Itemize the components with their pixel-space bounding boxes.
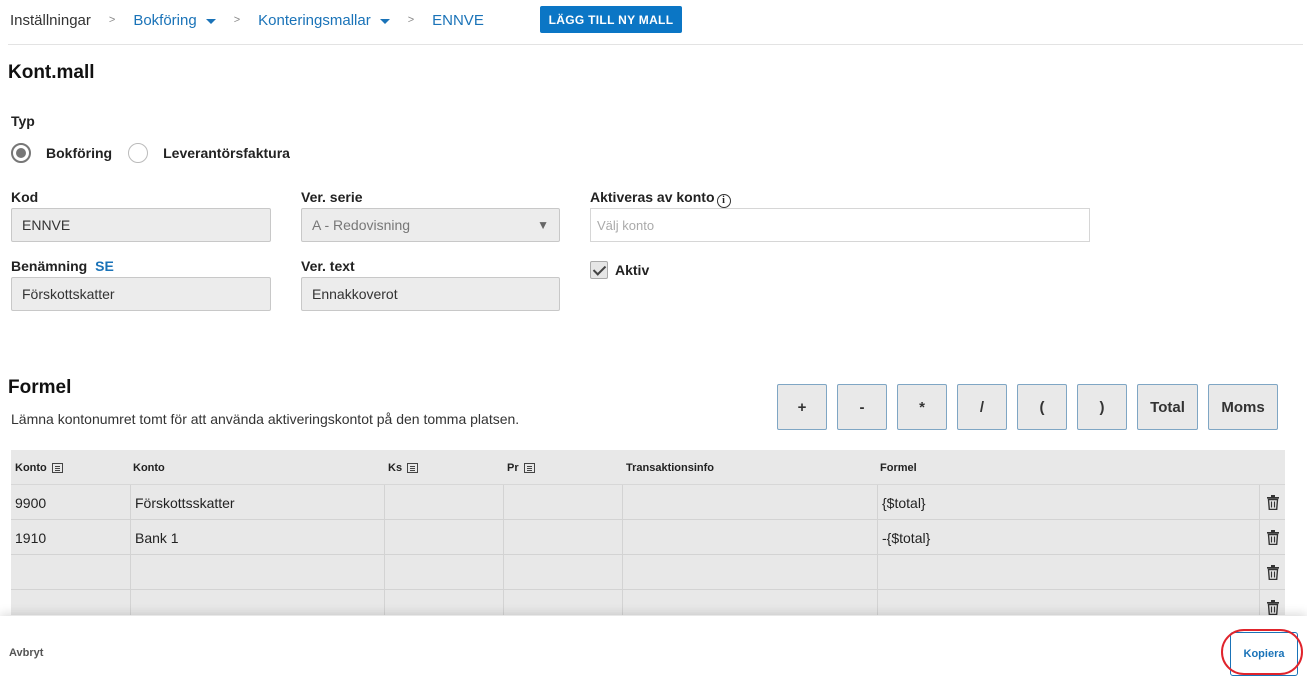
breadcrumb-konteringsmallar[interactable]: Konteringsmallar [258,12,390,29]
info-icon[interactable]: i [716,193,731,208]
ver-text-label: Ver. text [301,258,355,274]
caret-down-icon [379,18,390,24]
header-ks[interactable]: Ks [388,462,419,474]
aktiv-checkbox[interactable] [590,261,608,279]
trash-icon[interactable] [1259,520,1285,555]
ver-serie-select[interactable]: A - Redovisning ▼ [301,208,560,242]
header-pr[interactable]: Pr [507,462,535,474]
trash-icon[interactable] [1259,555,1285,590]
cell-transaktionsinfo[interactable] [623,590,878,615]
ver-text-field[interactable]: Ennakkoverot [301,277,560,311]
cell-pr[interactable] [504,520,623,555]
header-konto: Konto [133,462,165,474]
breadcrumb-separator: > [233,14,241,26]
table-row [11,555,1285,590]
cell-konto-nr[interactable] [11,555,131,590]
table-header: Konto Konto Ks Pr Transaktionsinfo Forme… [11,450,1285,485]
list-icon[interactable] [407,463,419,473]
footer-bar: Avbryt Kopiera [0,616,1307,684]
cell-formel[interactable] [878,555,1259,590]
cell-konto-nr[interactable] [11,590,131,615]
formula-hint: Lämna kontonumret tomt för att använda a… [11,411,520,427]
table-row: 9900 Förskottsskatter {$total} [11,485,1285,520]
cell-konto-nr[interactable]: 9900 [11,485,131,520]
cell-konto[interactable] [131,590,385,615]
header-pr-label: Pr [507,462,519,474]
page-title: Kont.mall [8,62,95,83]
radio-bokforing[interactable] [11,143,31,163]
aktiv-label[interactable]: Aktiv [615,262,649,278]
breadcrumb-bokforing-label: Bokföring [133,11,197,29]
radio-leverantorsfaktura-label[interactable]: Leverantörsfaktura [163,145,290,161]
list-icon[interactable] [51,463,63,473]
operator-divide-button[interactable]: / [957,384,1007,430]
header-formel: Formel [880,462,917,474]
formula-title: Formel [8,377,72,398]
table-row: 1910 Bank 1 -{$total} [11,520,1285,555]
highlight-annotation [1221,629,1303,675]
type-radio-group: Bokföring Leverantörsfaktura [11,143,306,163]
breadcrumb-bokforing[interactable]: Bokföring [133,11,216,29]
language-toggle[interactable]: SE [95,258,114,274]
aktiveras-konto-input[interactable]: Välj konto [590,208,1090,242]
cell-pr[interactable] [504,590,623,615]
radio-bokforing-label[interactable]: Bokföring [46,145,112,161]
list-icon[interactable] [523,463,535,473]
formula-table: Konto Konto Ks Pr Transaktionsinfo Forme… [11,450,1285,615]
cell-transaktionsinfo[interactable] [623,520,878,555]
aktiveras-label: Aktiveras av konto i [590,189,731,208]
radio-leverantorsfaktura[interactable] [128,143,149,163]
cancel-button[interactable]: Avbryt [9,647,43,659]
breadcrumb-current: ENNVE [432,11,484,29]
header-transaktionsinfo: Transaktionsinfo [626,462,715,474]
type-label: Typ [11,113,35,129]
kod-field[interactable]: ENNVE [11,208,271,242]
header-ks-label: Ks [388,462,403,474]
add-new-template-button[interactable]: LÄGG TILL NY MALL [540,6,682,33]
breadcrumb-konteringsmallar-label: Konteringsmallar [258,11,371,29]
cell-formel[interactable]: {$total} [878,485,1259,520]
header-divider [8,44,1303,45]
operator-multiply-button[interactable]: * [897,384,947,430]
cell-ks[interactable] [385,520,504,555]
cell-ks[interactable] [385,555,504,590]
ver-serie-value: A - Redovisning [312,217,411,233]
dropdown-arrow-icon: ▼ [537,218,549,232]
operator-total-button[interactable]: Total [1137,384,1198,430]
cell-formel[interactable]: -{$total} [878,520,1259,555]
header-konto-nr[interactable]: Konto [15,462,63,474]
trash-icon[interactable] [1259,485,1285,520]
cell-pr[interactable] [504,555,623,590]
header-konto-nr-label: Konto [15,462,47,474]
kod-label: Kod [11,189,39,205]
operator-open-paren-button[interactable]: ( [1017,384,1067,430]
cell-formel[interactable] [878,590,1259,615]
cell-ks[interactable] [385,485,504,520]
cell-konto[interactable]: Förskottsskatter [131,485,385,520]
trash-icon[interactable] [1259,590,1285,615]
breadcrumb: Inställningar > Bokföring > Konteringsma… [10,0,484,40]
operator-minus-button[interactable]: - [837,384,887,430]
table-row [11,590,1285,615]
ver-serie-label: Ver. serie [301,189,363,205]
cell-transaktionsinfo[interactable] [623,485,878,520]
operator-plus-button[interactable]: + [777,384,827,430]
cell-ks[interactable] [385,590,504,615]
benamning-field[interactable]: Förskottskatter [11,277,271,311]
caret-down-icon [205,18,216,24]
benamning-label-text: Benämning [11,258,88,274]
cell-konto[interactable]: Bank 1 [131,520,385,555]
cell-transaktionsinfo[interactable] [623,555,878,590]
aktiveras-label-text: Aktiveras av konto [590,189,715,205]
breadcrumb-separator: > [108,14,116,26]
operator-moms-button[interactable]: Moms [1208,384,1278,430]
operator-close-paren-button[interactable]: ) [1077,384,1127,430]
breadcrumb-separator: > [407,14,415,26]
cell-konto[interactable] [131,555,385,590]
cell-konto-nr[interactable]: 1910 [11,520,131,555]
breadcrumb-root[interactable]: Inställningar [10,12,91,29]
cell-pr[interactable] [504,485,623,520]
benamning-label: Benämning SE [11,258,114,274]
